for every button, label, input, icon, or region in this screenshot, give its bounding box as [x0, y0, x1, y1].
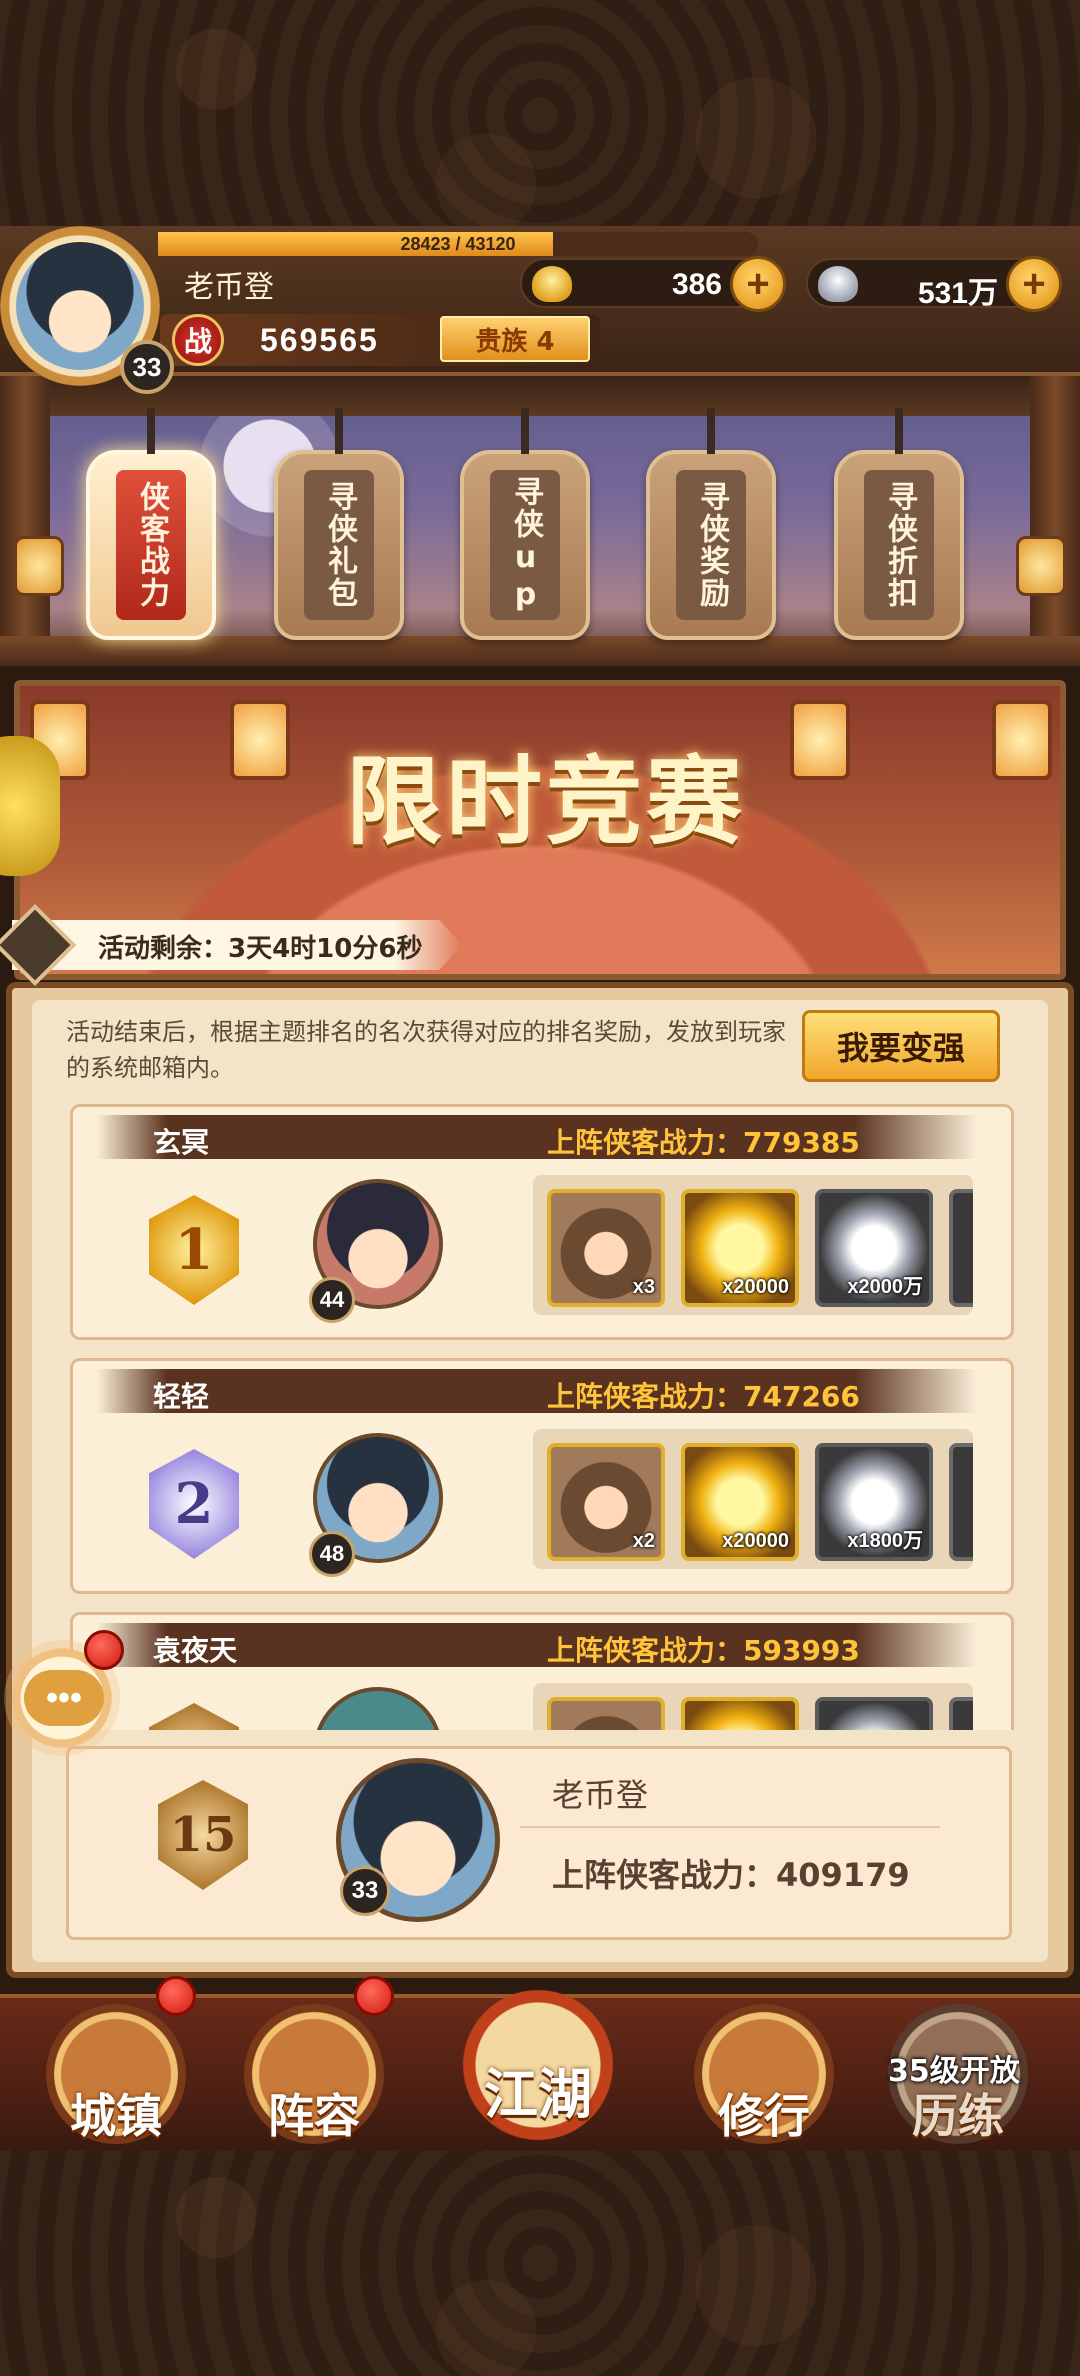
rank-row[interactable]: 袁夜天 上阵侠客战力：593993 3	[70, 1612, 1014, 1730]
rank-row[interactable]: 轻轻 上阵侠客战力：747266 2 48 x2 x20000 x1800万	[70, 1358, 1014, 1594]
tab-label: 寻侠up	[508, 476, 543, 614]
tab-seek-up[interactable]: 寻侠up	[460, 408, 590, 640]
silver-ingot-icon[interactable]: x2000万	[815, 1189, 933, 1307]
tab-label: 寻侠奖励	[694, 481, 729, 609]
reward-list: x3 x20000 x2000万	[533, 1175, 973, 1315]
tab-plaque: 寻侠up	[490, 470, 560, 620]
my-rank-number: 15	[158, 1780, 248, 1890]
bottom-background	[0, 2150, 1080, 2376]
player-name: 老币登	[184, 270, 274, 305]
tab-plaque: 寻侠礼包	[304, 470, 374, 620]
rank-row[interactable]: 玄冥 上阵侠客战力：779385 1 44 x3 x20000 x2000万	[70, 1104, 1014, 1340]
reward-quantity: x1800万	[847, 1530, 923, 1552]
gold-ingot-icon[interactable]: x20000	[681, 1189, 799, 1307]
more-reward-icon[interactable]	[949, 1443, 973, 1561]
tab-plaque: 侠客战力	[116, 470, 186, 620]
hero-shard-icon[interactable]: x3	[547, 1189, 665, 1307]
reward-quantity: x20000	[722, 1530, 789, 1552]
more-reward-icon[interactable]	[949, 1189, 973, 1307]
divider	[520, 1826, 940, 1828]
tab-label: 寻侠礼包	[322, 481, 357, 609]
tab-plaque: 寻侠奖励	[676, 470, 746, 620]
lantern-icon	[1016, 536, 1066, 596]
rank-player-power: 上阵侠客战力：747266	[547, 1380, 860, 1413]
hero-level-badge: 48	[309, 1531, 355, 1577]
nav-training-label: 修行	[718, 2089, 810, 2143]
silver-ingot-icon	[818, 266, 858, 302]
nav-jianghu-label: 江湖	[484, 2062, 592, 2126]
my-name: 老币登	[552, 1776, 649, 1814]
bronze-medal-icon: 3	[129, 1693, 259, 1730]
ranking-list[interactable]: 玄冥 上阵侠客战力：779385 1 44 x3 x20000 x2000万 轻…	[66, 1104, 1026, 1730]
rank-player-name: 玄冥	[153, 1126, 210, 1159]
tab-label: 寻侠折扣	[882, 481, 917, 609]
reward-list	[533, 1683, 973, 1730]
player-level-badge: 33	[120, 340, 174, 394]
reward-quantity: x20000	[722, 1276, 789, 1298]
rank-player-power: 上阵侠客战力：593993	[547, 1634, 860, 1667]
tab-seek-discount[interactable]: 寻侠折扣	[834, 408, 964, 640]
tab-plaque: 寻侠折扣	[864, 470, 934, 620]
silver-currency: 531万 +	[806, 256, 1062, 312]
town-notification-dot	[156, 1976, 196, 2016]
gold-ingot-icon	[532, 266, 572, 302]
noble-level-badge[interactable]: 贵族 4	[440, 316, 590, 362]
tab-scene: 侠客战力 寻侠礼包 寻侠up 寻侠奖励 寻侠折扣	[0, 376, 1080, 666]
side-event-icon[interactable]	[0, 736, 60, 876]
reward-quantity: x2	[632, 1530, 655, 1552]
reward-quantity: x3	[632, 1276, 655, 1298]
medal-rank-number: 2	[149, 1449, 239, 1559]
gold-ingot-icon[interactable]	[681, 1697, 799, 1730]
silver-ingot-icon[interactable]: x1800万	[815, 1443, 933, 1561]
add-silver-button[interactable]: +	[1006, 256, 1062, 312]
my-power: 上阵侠客战力：409179	[552, 1856, 910, 1894]
become-stronger-button[interactable]: 我要变强	[802, 1010, 1000, 1082]
nav-trial-lock-text: 35级开放	[888, 2054, 1020, 2089]
scene-floor	[0, 636, 1080, 666]
tab-hero-power[interactable]: 侠客战力	[86, 408, 216, 640]
event-timer: 活动剩余：3天4时10分6秒	[98, 934, 423, 964]
tab-label: 侠客战力	[134, 481, 169, 609]
gold-amount: 386	[671, 268, 722, 301]
scene-pillar	[1030, 376, 1080, 666]
silver-ingot-icon[interactable]	[815, 1697, 933, 1730]
more-reward-icon[interactable]	[949, 1697, 973, 1730]
scene-pillar	[0, 376, 50, 666]
top-background	[0, 0, 1080, 230]
gold-currency: 386 +	[520, 256, 786, 312]
add-gold-button[interactable]: +	[730, 256, 786, 312]
silver-medal-icon: 2	[129, 1439, 259, 1569]
nav-town-label: 城镇	[70, 2089, 162, 2143]
lineup-notification-dot	[354, 1976, 394, 2016]
event-description: 活动结束后，根据主题排名的名次获得对应的排名奖励，发放到玩家的系统邮箱内。	[66, 1018, 786, 1082]
hero-avatar[interactable]	[313, 1687, 443, 1730]
exp-text: 28423 / 43120	[400, 234, 516, 254]
lantern-icon	[14, 536, 64, 596]
hero-shard-icon[interactable]: x2	[547, 1443, 665, 1561]
gold-ingot-icon[interactable]: x20000	[681, 1443, 799, 1561]
nav-lineup-label: 阵容	[268, 2089, 360, 2143]
event-title: 限时竞赛	[346, 745, 746, 858]
gold-medal-icon: 1	[129, 1185, 259, 1315]
rank-player-name: 袁夜天	[153, 1634, 238, 1667]
reward-list: x2 x20000 x1800万	[533, 1429, 973, 1569]
hero-level-badge: 44	[309, 1277, 355, 1323]
hero-shard-icon[interactable]	[547, 1697, 665, 1730]
combat-power-icon: 战	[172, 314, 224, 366]
my-rank-medal-icon: 15	[138, 1770, 268, 1910]
chat-notification-dot	[84, 1630, 124, 1670]
combat-power-value: 569565	[260, 322, 379, 358]
medal-rank-number: 1	[149, 1195, 239, 1305]
my-level-badge: 33	[340, 1866, 390, 1916]
tab-seek-reward[interactable]: 寻侠奖励	[646, 408, 776, 640]
rank-player-power: 上阵侠客战力：779385	[547, 1126, 860, 1159]
rank-player-name: 轻轻	[153, 1380, 210, 1413]
silver-amount: 531万	[917, 277, 998, 310]
medal-rank-number: 3	[149, 1703, 239, 1730]
chat-bubble-icon[interactable]: •••	[24, 1670, 104, 1726]
reward-quantity: x2000万	[847, 1276, 923, 1298]
tab-seek-gift[interactable]: 寻侠礼包	[274, 408, 404, 640]
